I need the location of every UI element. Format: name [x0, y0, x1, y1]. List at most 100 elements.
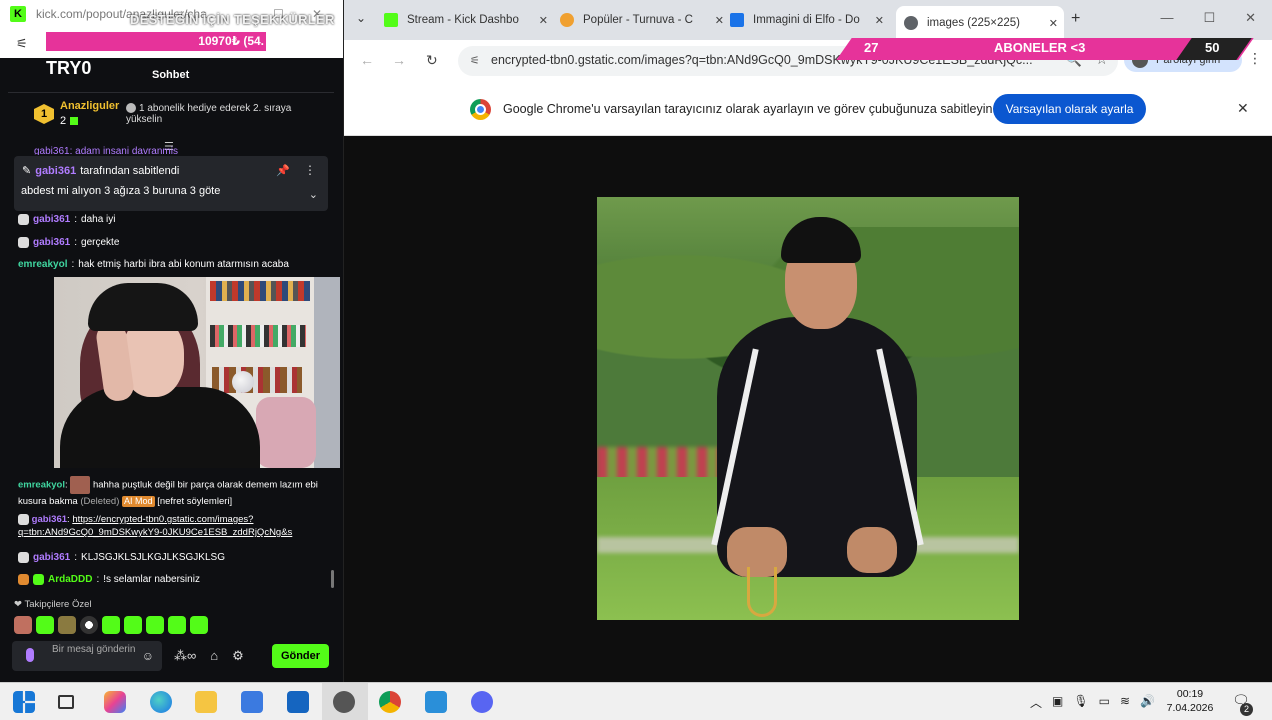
divider — [8, 92, 334, 93]
deleted-label: (Deleted) — [80, 496, 120, 507]
chat-username[interactable]: gabi361 — [33, 214, 70, 225]
emoji-icon[interactable]: ☺ — [142, 649, 154, 663]
chevron-up-icon[interactable]: ︿ — [1030, 694, 1042, 711]
pinned-user[interactable]: gabi361 — [35, 165, 76, 177]
camera-icon[interactable]: ▣ — [1052, 694, 1063, 711]
gift-message: 1 abonelik hediye ederek 2. sıraya yükse… — [126, 103, 316, 125]
volume-icon[interactable]: 🔊 — [1140, 694, 1155, 711]
close-icon[interactable]: ✕ — [539, 14, 548, 27]
forward-icon[interactable]: → — [392, 52, 406, 68]
tab-images-active[interactable]: images (225×225) ✕ — [896, 6, 1064, 40]
emote-button[interactable] — [190, 616, 208, 634]
back-icon[interactable]: ← — [360, 52, 374, 68]
thanks-overlay-text: DESTEĞİN İÇİN TEŞEKKÜRLER — [130, 12, 335, 27]
windows-taskbar: ︿ ▣ 🎙 ▭ ≋ 🔊 00:19 7.04.2026 🗨 2 — [0, 682, 1272, 720]
person-cap — [88, 283, 198, 331]
followers-only-label: ❤ Takipçilere Özel — [14, 599, 92, 610]
mic-icon[interactable] — [26, 648, 34, 662]
set-default-button[interactable]: Varsayılan olarak ayarla — [993, 94, 1146, 124]
chrome-menu-icon[interactable]: ⋮ — [1248, 50, 1262, 67]
gear-icon[interactable]: ⚙ — [232, 648, 244, 664]
emote-button[interactable] — [80, 616, 98, 634]
task-view-icon[interactable] — [58, 695, 74, 709]
tab-immagini-elfo[interactable]: Immagini di Elfo - Do ✕ — [730, 6, 890, 34]
chat-message: ArdaDDD: !s selamlar nabersiniz — [18, 574, 200, 585]
reload-icon[interactable]: ↻ — [426, 52, 438, 69]
store-icon[interactable]: ⌂ — [210, 648, 218, 664]
emote-button[interactable] — [36, 616, 54, 634]
chat-tools: ⁂∞ ⌂ ⚙ — [174, 648, 244, 664]
tab-kick-dashboard[interactable]: Stream - Kick Dashbo ✕ — [384, 6, 554, 34]
minimize-icon[interactable]: — — [1160, 10, 1173, 26]
pinned-message[interactable]: ✎ gabi361 tarafından sabitlendi abdest m… — [14, 156, 328, 211]
copilot-icon[interactable] — [104, 691, 126, 713]
tip-icon[interactable]: ⁂∞ — [174, 648, 196, 664]
sub-badge-icon — [33, 574, 44, 585]
chevron-down-icon[interactable]: ⌄ — [309, 188, 318, 201]
sub-goal-target: 50 — [1205, 40, 1220, 55]
file-explorer-icon[interactable] — [195, 691, 217, 713]
close-icon[interactable]: ✕ — [1245, 10, 1256, 26]
chat-username[interactable]: emreakyol — [18, 259, 67, 270]
chat-username[interactable]: gabi361 — [33, 237, 70, 248]
emote-button[interactable] — [58, 616, 76, 634]
send-button[interactable]: Gönder — [272, 644, 329, 668]
close-icon[interactable]: ✕ — [875, 14, 884, 27]
obs-icon[interactable] — [333, 691, 355, 713]
chat-text: hak etmiş harbi ibra abi konum atarmısın… — [78, 259, 289, 270]
mic-icon[interactable]: 🎙 — [1073, 694, 1088, 711]
battery-icon[interactable]: ▭ — [1099, 694, 1110, 711]
chat-message: gabi361: gerçekte — [18, 237, 119, 248]
user-badge-icon — [18, 574, 29, 585]
close-icon[interactable]: ✕ — [1049, 17, 1058, 30]
emote-button[interactable] — [168, 616, 186, 634]
mail-icon[interactable] — [287, 691, 309, 713]
tab-chat[interactable]: Sohbet — [152, 69, 189, 81]
site-info-icon[interactable]: ⚟ — [470, 54, 480, 67]
channel-name: TRY0 — [46, 58, 92, 78]
chat-input[interactable]: Bir mesaj gönderin ☺ — [12, 641, 162, 671]
emote-button[interactable] — [146, 616, 164, 634]
info-icon — [126, 103, 136, 114]
gift-leaderboard[interactable]: 1 Anazliguler 2 1 abonelik hediye ederek… — [30, 100, 330, 136]
new-tab-button[interactable]: + — [1071, 10, 1080, 28]
chat-scrollbar[interactable] — [331, 570, 334, 588]
tab-title: images (225×225) — [927, 17, 1021, 29]
close-icon[interactable]: ✕ — [1237, 100, 1249, 117]
discord-icon[interactable] — [471, 691, 493, 713]
more-options-icon[interactable]: ⋮ — [304, 163, 316, 177]
tab-title: Stream - Kick Dashbo — [407, 14, 519, 26]
emote-button[interactable] — [14, 616, 32, 634]
maximize-icon[interactable]: ☐ — [1203, 10, 1215, 26]
emote-button[interactable] — [102, 616, 120, 634]
gift-count: 2 — [60, 115, 67, 127]
chrome-icon[interactable] — [379, 691, 401, 713]
chat-text: !s selamlar nabersiniz — [103, 574, 200, 585]
wifi-icon[interactable]: ≋ — [1120, 694, 1130, 711]
default-browser-infobar: Google Chrome'u varsayılan tarayıcınız o… — [344, 82, 1272, 136]
store-icon[interactable] — [241, 691, 263, 713]
infobar-text: Google Chrome'u varsayılan tarayıcınız o… — [503, 102, 993, 116]
chat-username[interactable]: ArdaDDD — [48, 574, 92, 585]
tune-icon[interactable]: ⚟ — [16, 36, 28, 52]
windows-start-icon[interactable] — [13, 691, 35, 713]
tab-populer-turnuva[interactable]: Popüler - Turnuva - C ✕ — [560, 6, 730, 34]
emote-button[interactable] — [124, 616, 142, 634]
chrome-window: ⌄ Stream - Kick Dashbo ✕ Popüler - Turnu… — [344, 0, 1272, 682]
page-viewport — [344, 137, 1272, 682]
tab-search-icon[interactable]: ⌄ — [356, 11, 366, 25]
chrome-logo-icon — [470, 99, 491, 120]
chat-username[interactable]: gabi361 — [33, 552, 70, 563]
donation-progress-bar: 10970₺ (54. — [46, 32, 336, 51]
chat-message: emreakyol: hak etmiş harbi ibra abi konu… — [18, 259, 289, 270]
unpin-icon[interactable]: 📌 — [276, 164, 290, 177]
close-icon[interactable]: ✕ — [715, 14, 724, 27]
edge-icon[interactable] — [150, 691, 172, 713]
docs-favicon-icon — [730, 13, 744, 27]
chat-message-link: gabi361: https://encrypted-tbn0.gstatic.… — [18, 513, 293, 538]
chat-username[interactable]: emreakyol — [18, 480, 65, 491]
chat-username[interactable]: gabi361 — [32, 514, 67, 525]
clock[interactable]: 00:19 7.04.2026 — [1164, 687, 1216, 715]
app-icon[interactable] — [425, 691, 447, 713]
displayed-image[interactable] — [597, 197, 1019, 620]
